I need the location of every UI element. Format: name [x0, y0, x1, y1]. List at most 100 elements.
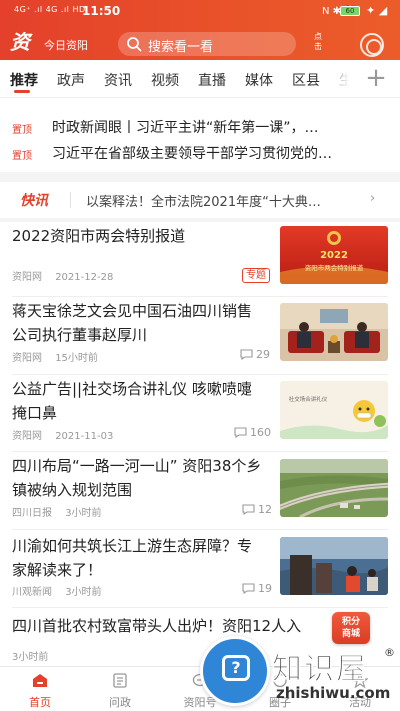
news-item[interactable]: 2022资阳市两会特别报道 资阳网 2021-12-28 专题 2022 资阳市… [0, 222, 400, 296]
pinned-badge: 置顶 [12, 125, 32, 136]
news-title: 川渝如何共筑长江上游生态屏障？专家解读来了！ [12, 537, 253, 579]
news-thumbnail [280, 537, 388, 595]
search-bar[interactable]: 搜索看一看 [118, 32, 296, 56]
points-button[interactable]: 点 击 [306, 32, 330, 52]
points-mall-line2: 商城 [341, 629, 360, 639]
news-meta: 四川日报 3小时前 [12, 504, 102, 519]
tab-zhengsheng[interactable]: 政声 [57, 70, 85, 90]
news-title: 四川布局“一路一河一山” 资阳38个乡镇被纳入规划范围 [12, 457, 262, 499]
flash-badge: 快讯 [20, 193, 48, 209]
pinned-item[interactable]: 置顶 时政新闻眼丨习近平主讲“新年第一课”，… [0, 114, 400, 140]
news-time: 3小时前 [65, 508, 102, 519]
news-time: 2021-11-03 [55, 431, 114, 442]
news-title: 2022资阳市两会特别报道 [12, 227, 186, 245]
watermark-name: 知识屋 [272, 652, 368, 688]
comment-count: 160 [234, 426, 271, 439]
pinned-item[interactable]: 置顶 习近平在省部级主要领导干部学习贯彻党的… [0, 140, 400, 166]
plus-icon[interactable]: + [362, 65, 390, 92]
news-time: 15小时前 [55, 353, 98, 364]
divider [70, 192, 71, 208]
tab-media[interactable]: 媒体 [245, 70, 273, 90]
comment-count: 12 [242, 503, 272, 516]
points-mall-button[interactable]: 积分 商城 [332, 612, 370, 644]
pinned-title: 时政新闻眼丨习近平主讲“新年第一课”，… [52, 120, 319, 136]
app-header: 4G⁺ .ıl 4G .ıl HD 11:50 N ✱ ⏰ 60 ✦ ◢ 资 今… [0, 0, 400, 60]
nav-label: 首页 [29, 696, 51, 709]
user-avatar-icon[interactable] [360, 33, 384, 57]
pinned-badge: 置顶 [12, 151, 32, 162]
nav-label: 问政 [109, 696, 131, 709]
section-gap [0, 172, 400, 182]
etiquette-poster: 社交场合讲礼仪 [280, 381, 388, 439]
status-bar: 4G⁺ .ıl 4G .ıl HD 11:50 N ✱ ⏰ 60 ✦ ◢ [0, 0, 400, 24]
channel-tabs: 推荐 政声 资讯 视频 直播 媒体 区县 生 + [0, 60, 400, 98]
watermark-logo-icon: ? [200, 636, 270, 706]
question-icon: ? [222, 655, 250, 681]
chevron-right-icon: › [370, 191, 376, 206]
comment-number: 29 [256, 348, 270, 361]
pinned-title: 习近平在省部级主要领导干部学习贯彻党的… [52, 146, 332, 162]
status-time: 11:50 [82, 4, 121, 18]
comment-icon [242, 583, 255, 595]
news-time: 3小时前 [65, 587, 102, 598]
tab-districts[interactable]: 区县 [292, 70, 320, 90]
banner-caption: 资阳市两会特别报道 [305, 263, 364, 272]
news-title: 公益广告||社交场合讲礼仪 咳嗽喷嚏掩口鼻 [12, 380, 252, 422]
comment-number: 19 [258, 582, 272, 595]
comment-icon [234, 427, 247, 439]
tab-news[interactable]: 资讯 [104, 70, 132, 90]
news-thumbnail: 社交场合讲礼仪 [280, 381, 388, 439]
home-icon [33, 674, 47, 687]
points-mall-line1: 积分 [341, 617, 360, 627]
watermark-url: zhishiwu.com [276, 684, 391, 702]
comment-number: 160 [250, 426, 271, 439]
news-meta: 3小时前 [12, 648, 48, 663]
search-placeholder: 搜索看一看 [148, 40, 214, 55]
news-item[interactable]: 公益广告||社交场合讲礼仪 咳嗽喷嚏掩口鼻 资阳网 2021-11-03 160… [0, 375, 400, 451]
news-thumbnail: 2022 资阳市两会特别报道 [280, 226, 388, 284]
news-title: 蒋天宝徐芝文会见中国石油四川销售公司执行董事赵厚川 [12, 302, 253, 344]
two-sessions-banner: 2022 资阳市两会特别报道 [280, 226, 388, 284]
news-source: 川观新闻 [12, 587, 52, 598]
news-time: 2021-12-28 [55, 272, 114, 283]
question-doc-icon [113, 673, 127, 688]
news-meta: 资阳网 2021-12-28 [12, 268, 113, 283]
news-meta: 资阳网 15小时前 [12, 349, 98, 364]
registered-mark: ® [384, 646, 395, 659]
comment-number: 12 [258, 503, 272, 516]
news-thumbnail [280, 459, 388, 517]
tab-fade [320, 60, 362, 97]
search-icon [127, 37, 142, 52]
battery-icon: 60 [340, 6, 360, 16]
special-tag: 专题 [242, 268, 270, 283]
points-label-bottom: 击 [314, 42, 322, 51]
flash-news[interactable]: 快讯 以案释法！全市法院2021年度“十大典… › [0, 182, 400, 218]
news-item[interactable]: 川渝如何共筑长江上游生态屏障？专家解读来了！ 川观新闻 3小时前 19 [0, 530, 400, 607]
meeting-photo [280, 303, 388, 361]
comment-icon [242, 504, 255, 516]
news-source: 资阳网 [12, 353, 42, 364]
banner-year: 2022 [320, 250, 348, 261]
tab-recommend[interactable]: 推荐 [10, 70, 38, 90]
comment-count: 19 [242, 582, 272, 595]
tab-live[interactable]: 直播 [198, 70, 226, 90]
news-meta: 川观新闻 3小时前 [12, 583, 102, 598]
news-item[interactable]: 蒋天宝徐芝文会见中国石油四川销售公司执行董事赵厚川 资阳网 15小时前 29 [0, 297, 400, 374]
news-title: 四川首批农村致富带头人出炉！资阳12人入 [12, 617, 302, 635]
poster-text: 社交场合讲礼仪 [289, 395, 328, 403]
news-source: 资阳网 [12, 272, 42, 283]
signal-indicator: 4G⁺ .ıl 4G .ıl HD [14, 5, 86, 14]
nav-wenzheng[interactable]: 问政 [85, 667, 155, 711]
comment-count: 29 [240, 348, 270, 361]
news-source: 资阳网 [12, 431, 42, 442]
nav-home[interactable]: 首页 [5, 667, 75, 711]
river-work-photo [280, 537, 388, 595]
news-item[interactable]: 四川布局“一路一河一山” 资阳38个乡镇被纳入规划范围 四川日报 3小时前 12 [0, 452, 400, 529]
points-label-top: 点 [314, 32, 322, 41]
comment-icon [240, 349, 253, 361]
news-thumbnail [280, 303, 388, 361]
news-time: 3小时前 [12, 652, 49, 663]
news-source: 四川日报 [12, 508, 52, 519]
tab-video[interactable]: 视频 [151, 70, 179, 90]
flash-text: 以案释法！全市法院2021年度“十大典… [86, 195, 321, 210]
